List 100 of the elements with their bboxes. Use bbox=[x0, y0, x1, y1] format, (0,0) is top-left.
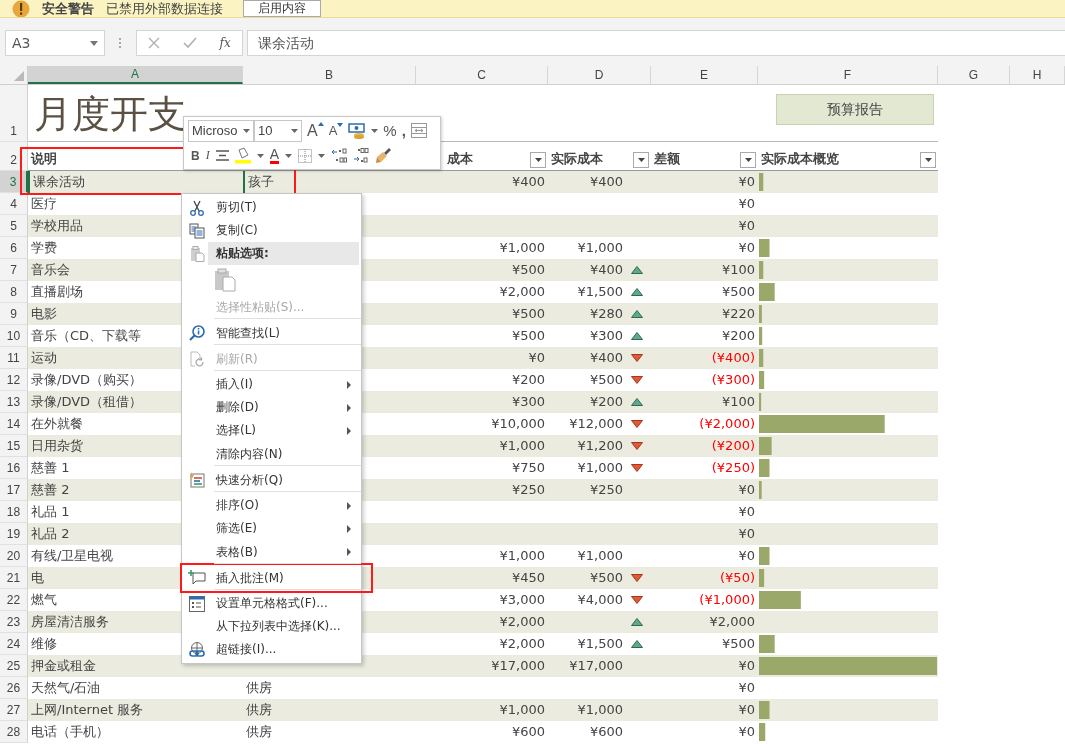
menu-item[interactable]: 删除(D) bbox=[182, 396, 361, 419]
menu-item[interactable]: 超链接(I)... bbox=[182, 638, 361, 661]
clipboard-icon bbox=[189, 245, 205, 262]
caret-icon[interactable] bbox=[534, 158, 542, 162]
menu-item[interactable]: 表格(B) bbox=[182, 540, 361, 564]
row-header[interactable]: 12 bbox=[0, 369, 28, 391]
menu-item[interactable]: 清除内容(N) bbox=[182, 442, 361, 466]
down-triangle-icon bbox=[631, 376, 643, 384]
caret-icon[interactable] bbox=[243, 128, 250, 133]
column-header[interactable]: A bbox=[28, 66, 243, 84]
percent-button[interactable]: % bbox=[383, 122, 397, 139]
decrease-decimal-icon[interactable] bbox=[353, 148, 369, 163]
row-header[interactable]: 2 bbox=[0, 142, 28, 171]
fill-color-icon[interactable] bbox=[234, 147, 251, 164]
table-cell-text: ¥17,000 bbox=[569, 657, 623, 675]
table-cell-text: ¥400 bbox=[589, 173, 623, 191]
filter-button[interactable] bbox=[740, 152, 756, 168]
column-header[interactable]: H bbox=[1010, 66, 1065, 84]
row-header[interactable]: 24 bbox=[0, 633, 28, 655]
money-icon[interactable] bbox=[348, 122, 367, 139]
column-header[interactable]: E bbox=[651, 66, 758, 84]
row-header[interactable]: 8 bbox=[0, 281, 28, 303]
shrink-font-button[interactable]: A bbox=[328, 123, 344, 138]
name-box[interactable]: A3 bbox=[5, 30, 105, 56]
caret-icon[interactable] bbox=[291, 128, 298, 133]
table-cell: 直播剧场 bbox=[31, 284, 83, 299]
row-header[interactable]: 25 bbox=[0, 655, 28, 677]
font-color-button[interactable]: A bbox=[269, 147, 279, 164]
caret-icon[interactable] bbox=[371, 128, 379, 133]
menu-item[interactable]: 设置单元格格式(F)... bbox=[182, 592, 361, 615]
row-header[interactable]: 15 bbox=[0, 435, 28, 457]
row-header[interactable]: 16 bbox=[0, 457, 28, 479]
row-header[interactable]: 7 bbox=[0, 259, 28, 281]
table-cell-text: ¥1,000 bbox=[498, 701, 546, 719]
row-header[interactable]: 17 bbox=[0, 479, 28, 501]
caret-icon[interactable] bbox=[285, 153, 292, 158]
merge-cells-icon[interactable] bbox=[410, 123, 427, 138]
caret-icon[interactable] bbox=[744, 158, 752, 162]
row-header[interactable]: 6 bbox=[0, 237, 28, 259]
menu-item[interactable]: 快速分析(Q) bbox=[182, 468, 361, 492]
column-header[interactable]: G bbox=[938, 66, 1010, 84]
bold-button[interactable]: B bbox=[191, 148, 200, 163]
align-center-icon[interactable] bbox=[215, 150, 229, 161]
row-header[interactable]: 11 bbox=[0, 347, 28, 369]
menu-item[interactable]: 复制(C) bbox=[182, 219, 361, 242]
formula-field[interactable]: 课余活动 bbox=[247, 30, 1065, 56]
column-header[interactable]: C bbox=[416, 66, 548, 84]
row-header[interactable]: 28 bbox=[0, 721, 28, 743]
up-arrow-icon[interactable] bbox=[317, 121, 324, 126]
row-header[interactable]: 27 bbox=[0, 699, 28, 721]
menu-item[interactable]: 选择(L) bbox=[182, 419, 361, 442]
budget-report-button[interactable]: 预算报告 bbox=[776, 94, 934, 125]
column-header[interactable]: D bbox=[548, 66, 651, 84]
table-cell-text: ¥500 bbox=[720, 635, 756, 653]
row-header[interactable]: 20 bbox=[0, 545, 28, 567]
filter-button[interactable] bbox=[633, 152, 649, 168]
menu-item[interactable]: 筛选(E) bbox=[182, 517, 361, 540]
table-cell-text: ¥400 bbox=[589, 349, 623, 367]
paintbrush-icon[interactable] bbox=[375, 147, 391, 164]
font-field[interactable]: Microso bbox=[188, 119, 254, 142]
table-cell-text: ¥2,000 bbox=[498, 283, 546, 301]
column-header[interactable]: B bbox=[243, 66, 416, 84]
enable-content-button[interactable]: 启用内容 bbox=[243, 0, 321, 17]
row-header[interactable]: 4 bbox=[0, 193, 28, 215]
row-header[interactable]: 9 bbox=[0, 303, 28, 325]
filter-button[interactable] bbox=[920, 152, 936, 168]
row-header[interactable]: 19 bbox=[0, 523, 28, 545]
table-cell-text: ¥0 bbox=[737, 195, 756, 213]
menu-item[interactable]: 智能查找(L) bbox=[182, 321, 361, 345]
italic-button[interactable]: I bbox=[205, 148, 210, 163]
caret-icon[interactable] bbox=[924, 158, 932, 162]
font-size-field[interactable]: 10 bbox=[254, 119, 302, 142]
row-header[interactable]: 3 bbox=[0, 171, 28, 193]
table-cell-text: ¥10,000 bbox=[490, 415, 546, 433]
row-header[interactable]: 22 bbox=[0, 589, 28, 611]
row-header[interactable]: 21 bbox=[0, 567, 28, 589]
row-header[interactable]: 5 bbox=[0, 215, 28, 237]
row-header[interactable]: 14 bbox=[0, 413, 28, 435]
caret-icon[interactable] bbox=[256, 153, 264, 158]
menu-item[interactable]: 从下拉列表中选择(K)... bbox=[182, 615, 361, 638]
caret-icon[interactable] bbox=[318, 153, 325, 158]
row-header[interactable]: 13 bbox=[0, 391, 28, 413]
increase-decimal-icon[interactable] bbox=[331, 148, 347, 163]
menu-item[interactable]: 插入(I) bbox=[182, 373, 361, 396]
caret-icon[interactable] bbox=[637, 158, 645, 162]
menu-item[interactable]: 插入批注(M) bbox=[182, 566, 361, 590]
row-header[interactable]: 26 bbox=[0, 677, 28, 699]
menu-item[interactable]: 排序(O) bbox=[182, 494, 361, 517]
filter-button[interactable] bbox=[530, 152, 546, 168]
column-header[interactable]: F bbox=[758, 66, 938, 84]
row-header[interactable]: 10 bbox=[0, 325, 28, 347]
down-arrow-icon[interactable] bbox=[337, 123, 344, 127]
row-header[interactable]: 1 bbox=[0, 85, 28, 142]
grow-font-button[interactable]: A bbox=[307, 121, 324, 140]
menu-item[interactable]: 剪切(T) bbox=[182, 196, 361, 219]
comma-button[interactable]: , bbox=[401, 122, 406, 139]
row-header[interactable]: 18 bbox=[0, 501, 28, 523]
check-icon[interactable] bbox=[182, 37, 197, 49]
insert-function-button[interactable]: fx bbox=[219, 36, 231, 50]
row-header[interactable]: 23 bbox=[0, 611, 28, 633]
